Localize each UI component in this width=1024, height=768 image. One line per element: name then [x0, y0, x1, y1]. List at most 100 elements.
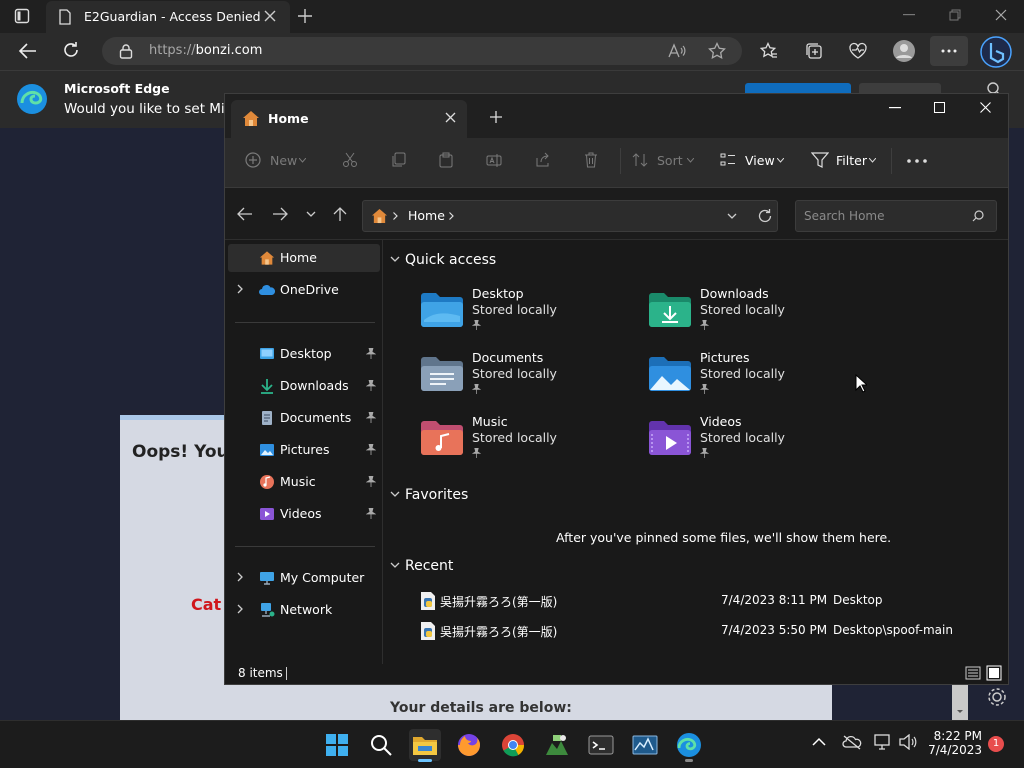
sidebar-item-pictures[interactable]: Pictures	[228, 436, 380, 464]
minimize-icon[interactable]	[903, 14, 915, 16]
sidebar-item-documents[interactable]: Documents	[228, 404, 380, 432]
address-dropdown-chevron-icon[interactable]	[727, 213, 737, 219]
sort-icon[interactable]	[632, 152, 650, 168]
taskbar-edge[interactable]	[673, 729, 705, 762]
collapse-chevron-icon[interactable]	[390, 491, 400, 497]
close-explorer-tab-icon[interactable]	[445, 112, 456, 123]
explorer-minimize-icon[interactable]	[889, 107, 901, 109]
taskbar-firefox[interactable]	[453, 729, 485, 761]
nav-back-icon[interactable]	[237, 207, 253, 221]
paste-icon[interactable]	[438, 152, 454, 168]
favorite-star-icon[interactable]	[708, 42, 726, 60]
url-text[interactable]: https://bonzi.com	[149, 43, 262, 58]
back-arrow-icon[interactable]	[18, 42, 38, 60]
collapse-chevron-icon[interactable]	[390, 256, 400, 262]
volume-icon[interactable]	[899, 734, 917, 750]
explorer-close-icon[interactable]	[980, 102, 991, 113]
explorer-tab-home[interactable]: Home	[231, 100, 467, 138]
taskbar-chrome[interactable]	[497, 729, 529, 761]
sidebar-settings-icon[interactable]	[984, 684, 1010, 710]
sidebar-item-desktop[interactable]: Desktop	[228, 340, 380, 368]
new-plus-icon[interactable]	[245, 152, 261, 168]
new-button-label[interactable]: New	[270, 153, 297, 168]
delete-icon[interactable]	[583, 152, 599, 168]
sidebar-item-network[interactable]: Network	[228, 596, 380, 624]
rename-icon[interactable]	[486, 152, 502, 168]
sidebar-item-videos[interactable]: Videos	[228, 500, 380, 528]
section-title-quick-access[interactable]: Quick access	[405, 252, 496, 268]
section-title-recent[interactable]: Recent	[405, 558, 453, 574]
cut-icon[interactable]	[342, 152, 358, 168]
quick-access-item-documents[interactable]: Documents Stored locally	[420, 350, 620, 406]
settings-more-button[interactable]	[930, 36, 968, 66]
search-home-input[interactable]: Search Home	[795, 200, 997, 232]
quick-access-item-downloads[interactable]: Downloads Stored locally	[648, 286, 848, 342]
recent-locations-chevron-icon[interactable]	[306, 211, 316, 217]
sidebar-item-downloads[interactable]: Downloads	[228, 372, 380, 400]
collections-icon[interactable]	[805, 42, 823, 60]
breadcrumb-home[interactable]: Home	[408, 208, 445, 223]
share-icon[interactable]	[535, 152, 551, 168]
sidebar-item-music[interactable]: Music	[228, 468, 380, 496]
taskbar-file-explorer[interactable]	[409, 729, 441, 762]
page-scrollbar[interactable]	[952, 684, 968, 720]
onedrive-offline-icon[interactable]	[842, 734, 862, 750]
nav-forward-icon[interactable]	[272, 207, 288, 221]
taskbar-terminal[interactable]	[585, 729, 617, 761]
tab-actions-icon[interactable]	[14, 8, 30, 24]
quick-access-item-pictures[interactable]: Pictures Stored locally	[648, 350, 848, 406]
system-clock[interactable]: 8:22 PM 7/4/2023	[920, 729, 982, 757]
close-tab-icon[interactable]	[264, 10, 276, 22]
taskbar-task-manager[interactable]	[629, 729, 661, 761]
explorer-maximize-icon[interactable]	[934, 102, 945, 113]
lock-icon[interactable]	[119, 43, 133, 59]
expand-chevron-icon[interactable]	[237, 284, 243, 294]
sidebar-item-my-computer[interactable]: My Computer	[228, 564, 380, 592]
expand-chevron-icon[interactable]	[237, 604, 243, 614]
address-breadcrumb[interactable]: Home	[362, 200, 778, 232]
view-button-label[interactable]: View	[745, 153, 775, 168]
network-status-icon[interactable]	[874, 734, 892, 750]
notification-secondary-button[interactable]	[859, 83, 941, 93]
bing-copilot-icon[interactable]	[980, 36, 1012, 68]
details-view-icon[interactable]	[965, 665, 981, 681]
new-explorer-tab-icon[interactable]	[490, 111, 502, 123]
quick-access-item-music[interactable]: Music Stored locally	[420, 414, 620, 470]
pin-icon	[366, 412, 376, 423]
section-title-favorites[interactable]: Favorites	[405, 487, 468, 503]
close-window-icon[interactable]	[995, 9, 1007, 21]
taskbar-search-button[interactable]	[365, 729, 397, 761]
profile-avatar[interactable]	[892, 39, 916, 63]
notification-primary-button[interactable]	[745, 83, 851, 93]
recent-file-row[interactable]: 吳揚升霧ろろ(第一版) 7/4/2023 8:11 PM Desktop	[420, 589, 1000, 613]
filter-button-label[interactable]: Filter	[836, 153, 867, 168]
quick-access-item-videos[interactable]: Videos Stored locally	[648, 414, 848, 470]
restore-icon[interactable]	[949, 9, 961, 21]
sidebar-item-onedrive[interactable]: OneDrive	[228, 276, 380, 304]
see-more-icon[interactable]	[906, 158, 928, 164]
collapse-chevron-icon[interactable]	[390, 562, 400, 568]
copy-icon[interactable]	[390, 152, 406, 168]
browser-tab-active[interactable]: E2Guardian - Access Denied	[46, 1, 290, 33]
start-button[interactable]	[321, 729, 353, 761]
taskbar-game-app[interactable]	[541, 729, 573, 761]
recent-file-row[interactable]: 吳揚升霧ろろ(第一版) 7/4/2023 5:50 PM Desktop\spo…	[420, 619, 1000, 643]
refresh-icon[interactable]	[62, 41, 80, 59]
sort-button-label[interactable]: Sort	[657, 153, 683, 168]
browser-essentials-icon[interactable]	[848, 42, 868, 60]
view-icon[interactable]	[720, 152, 736, 168]
show-hidden-icons-chevron[interactable]	[812, 737, 826, 747]
favorites-icon[interactable]	[760, 42, 778, 60]
new-tab-icon[interactable]	[297, 8, 313, 24]
sidebar-item-home[interactable]: Home	[228, 244, 380, 272]
notification-badge[interactable]: 1	[988, 736, 1004, 752]
search-icon[interactable]	[972, 210, 984, 222]
tiles-view-icon[interactable]	[986, 665, 1002, 681]
filter-icon[interactable]	[811, 152, 829, 168]
refresh-folder-icon[interactable]	[757, 208, 773, 224]
address-bar[interactable]: https://bonzi.com	[102, 37, 742, 65]
nav-up-icon[interactable]	[333, 206, 347, 222]
expand-chevron-icon[interactable]	[237, 572, 243, 582]
quick-access-item-desktop[interactable]: Desktop Stored locally	[420, 286, 620, 342]
read-aloud-icon[interactable]	[668, 43, 686, 59]
